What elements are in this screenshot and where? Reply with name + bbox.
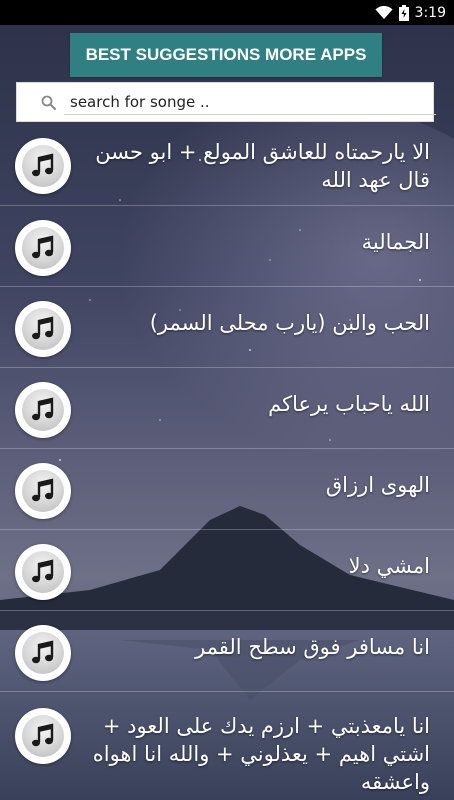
song-item[interactable]: الهوى ارزاق xyxy=(0,449,454,530)
status-time: 3:19 xyxy=(414,5,446,21)
music-disc-icon xyxy=(15,301,71,357)
wifi-icon xyxy=(375,6,393,20)
status-bar: 3:19 xyxy=(0,0,454,25)
song-title: الهوى ارزاق xyxy=(325,473,430,497)
song-title: انا مسافر فوق سطح القمر xyxy=(195,635,430,659)
search-bar xyxy=(16,82,436,122)
music-disc-icon xyxy=(15,220,71,276)
battery-icon xyxy=(398,5,409,21)
music-note-icon xyxy=(32,723,54,747)
status-icons: 3:19 xyxy=(375,3,446,23)
music-note-icon xyxy=(32,235,54,259)
song-title: الحب والبن (يارب محلى السمر) xyxy=(149,311,430,335)
music-disc-icon xyxy=(15,544,71,600)
song-item[interactable]: الله ياحباب يرعاكم xyxy=(0,368,454,449)
song-title: الا يارحمتاه للعاشق المولع + ابو حسن قال… xyxy=(95,140,430,192)
song-item[interactable]: الا يارحمتاه للعاشق المولع + ابو حسن قال… xyxy=(0,124,454,206)
search-icon xyxy=(41,95,57,115)
song-item[interactable]: انا مسافر فوق سطح القمر xyxy=(0,611,454,692)
song-title: الجمالية xyxy=(361,230,430,254)
music-disc-icon xyxy=(15,625,71,681)
music-disc-icon xyxy=(15,138,71,194)
song-title: امشي دلا xyxy=(348,554,430,578)
song-item[interactable]: الحب والبن (يارب محلى السمر) xyxy=(0,287,454,368)
music-disc-icon xyxy=(15,463,71,519)
song-title: الله ياحباب يرعاكم xyxy=(268,392,430,416)
music-disc-icon xyxy=(15,382,71,438)
music-disc-icon xyxy=(15,708,71,764)
song-item[interactable]: الجمالية xyxy=(0,206,454,287)
music-note-icon xyxy=(32,559,54,583)
music-note-icon xyxy=(32,478,54,502)
music-note-icon xyxy=(32,640,54,664)
music-note-icon xyxy=(32,316,54,340)
song-item[interactable]: انا يامعذبتي + ارزم يدك على العود + اشتي… xyxy=(0,692,454,800)
music-note-icon xyxy=(32,153,54,177)
best-suggestions-button[interactable]: BEST SUGGESTIONS MORE APPS xyxy=(70,33,382,77)
song-item[interactable]: امشي دلا xyxy=(0,530,454,611)
song-title: انا يامعذبتي + ارزم يدك على العود + اشتي… xyxy=(92,714,430,794)
search-input[interactable] xyxy=(64,90,436,115)
music-note-icon xyxy=(32,397,54,421)
